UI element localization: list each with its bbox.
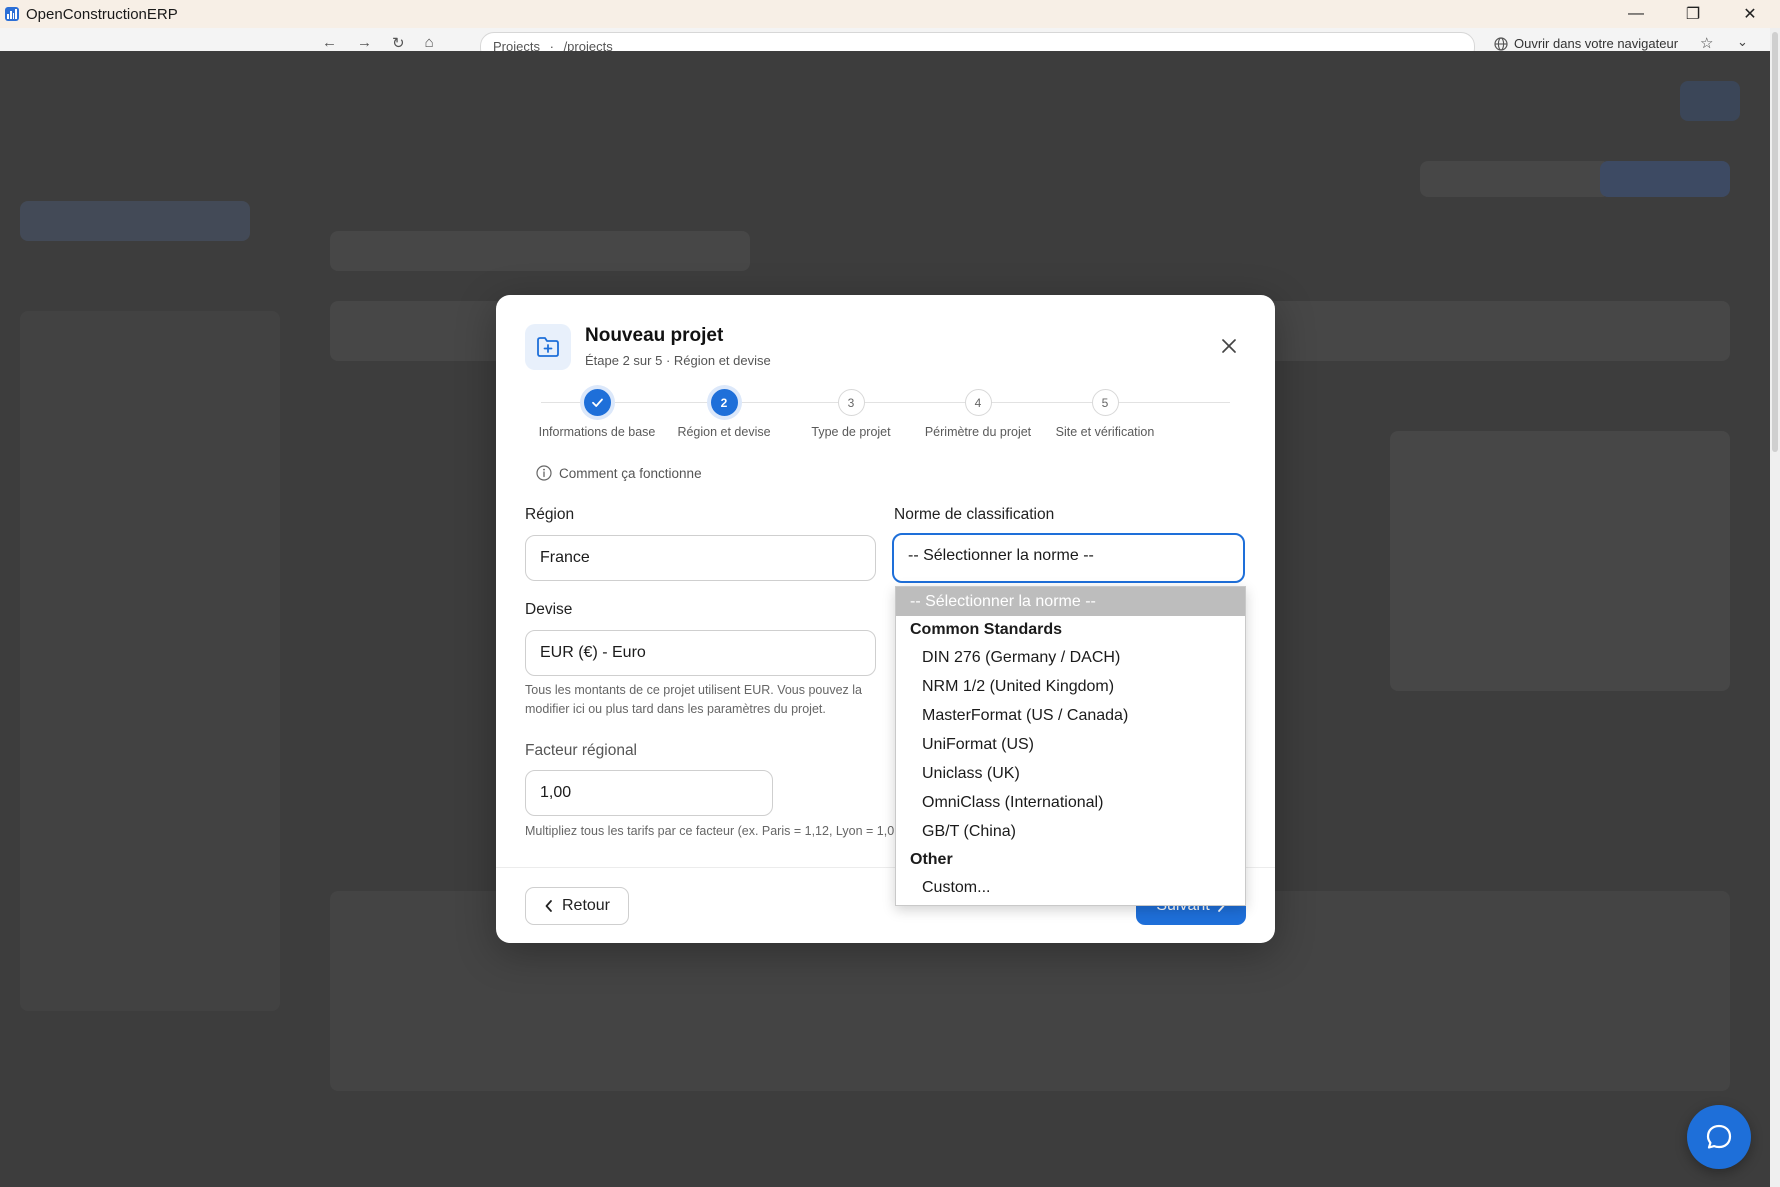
dropdown-option[interactable]: OmniClass (International) — [896, 788, 1245, 817]
step-label: Site et vérification — [1055, 425, 1155, 439]
chevron-left-icon — [545, 900, 552, 912]
dropdown-option-custom[interactable]: Custom... — [896, 873, 1245, 902]
dropdown-option[interactable]: DIN 276 (Germany / DACH) — [896, 643, 1245, 672]
dropdown-group-common: Common Standards — [910, 621, 1063, 638]
nav-buttons: ← → ↻ ⌂ — [322, 34, 434, 51]
step-project-scope[interactable]: 4 Périmètre du projet — [906, 389, 1050, 439]
chevron-down-icon[interactable]: ⌄ — [1737, 34, 1748, 50]
restore-icon: ❐ — [1685, 6, 1701, 23]
scrollbar[interactable] — [1770, 28, 1780, 1187]
step-label: Type de projet — [811, 425, 891, 439]
step-project-type[interactable]: 3 Type de projet — [779, 389, 923, 439]
dropdown-option[interactable]: GB/T (China) — [896, 817, 1245, 846]
how-it-works-label: Comment ça fonctionne — [559, 465, 702, 481]
classification-dropdown-list: -- Sélectionner la norme -- Common Stand… — [895, 586, 1246, 906]
folder-plus-icon — [525, 324, 571, 370]
back-arrow-icon[interactable]: ← — [322, 34, 337, 51]
step-done-icon — [583, 389, 611, 416]
address-bar[interactable]: Projects · /projects — [480, 32, 1475, 51]
close-window-button[interactable]: ✕ — [1722, 0, 1778, 28]
window-title: OpenConstructionERP — [26, 5, 178, 23]
step-label: Périmètre du projet — [924, 425, 1032, 439]
minimize-icon: — — [1628, 5, 1644, 22]
dropdown-option-placeholder[interactable]: -- Sélectionner la norme -- — [896, 587, 1245, 616]
currency-select[interactable]: EUR (€) - Euro — [525, 630, 876, 676]
dropdown-option[interactable]: UniFormat (US) — [896, 730, 1245, 759]
app-logo-icon — [5, 7, 19, 21]
region-select[interactable]: France — [525, 535, 876, 581]
favorite-star-icon[interactable]: ☆ — [1700, 34, 1713, 51]
back-button-label: Retour — [561, 897, 611, 914]
regional-factor-label: Facteur régional — [525, 742, 638, 759]
close-modal-button[interactable] — [1218, 335, 1240, 357]
globe-icon — [1494, 36, 1508, 51]
scrollbar-thumb[interactable] — [1772, 32, 1778, 452]
step-site-verification[interactable]: 5 Site et vérification — [1033, 389, 1177, 439]
step-region-currency[interactable]: 2 Région et devise — [652, 389, 796, 439]
progress-stepper: Informations de base 2 Région et devise … — [526, 389, 1245, 449]
classification-select[interactable]: -- Sélectionner la norme -- — [892, 533, 1245, 583]
how-it-works-link[interactable]: Comment ça fonctionne — [536, 465, 702, 481]
open-in-browser-button[interactable]: Ouvrir dans votre navigateur — [1494, 36, 1678, 51]
currency-hint: Tous les montants de ce projet utilisent… — [525, 683, 862, 716]
info-icon — [536, 465, 552, 481]
step-label: Informations de base — [538, 425, 656, 439]
home-icon[interactable]: ⌂ — [425, 34, 434, 51]
step-label: Région et devise — [677, 425, 771, 439]
open-in-browser-label: Ouvrir dans votre navigateur — [1514, 36, 1679, 51]
chat-button[interactable] — [1687, 1105, 1751, 1169]
step-number: 4 — [964, 389, 992, 416]
close-icon: ✕ — [1743, 6, 1757, 23]
browser-toolbar: ← → ↻ ⌂ Projects · /projects Ouvrir dans… — [0, 28, 1780, 51]
reload-icon[interactable]: ↻ — [392, 34, 405, 51]
back-button[interactable]: Retour — [525, 887, 629, 925]
classification-label: Norme de classification — [894, 506, 1055, 523]
step-number: 3 — [837, 389, 865, 416]
address-segment: Projects — [493, 39, 540, 51]
dropdown-option[interactable]: NRM 1/2 (United Kingdom) — [896, 672, 1245, 701]
address-separator: · — [549, 39, 554, 51]
modal-subtitle: Étape 2 sur 5 · Région et devise — [585, 353, 771, 368]
currency-label: Devise — [525, 601, 573, 618]
step-number: 2 — [710, 389, 738, 416]
dropdown-group-other: Other — [910, 851, 953, 868]
region-label: Région — [525, 506, 575, 523]
step-number: 5 — [1091, 389, 1119, 416]
step-basic-info[interactable]: Informations de base — [525, 389, 669, 439]
chat-bubble-icon — [1706, 1124, 1732, 1149]
regional-factor-hint: Multipliez tous les tarifs par ce facteu… — [525, 824, 895, 838]
forward-arrow-icon[interactable]: → — [357, 34, 372, 51]
address-path: /projects — [563, 39, 613, 51]
modal-title: Nouveau projet — [585, 325, 724, 346]
restore-button[interactable]: ❐ — [1665, 0, 1721, 28]
window-titlebar: OpenConstructionERP — ❐ ✕ — [0, 0, 1780, 28]
close-icon — [1222, 339, 1236, 353]
minimize-button[interactable]: — — [1608, 0, 1664, 28]
dropdown-option[interactable]: Uniclass (UK) — [896, 759, 1245, 788]
regional-factor-input[interactable]: 1,00 — [525, 770, 773, 816]
dropdown-option[interactable]: MasterFormat (US / Canada) — [896, 701, 1245, 730]
